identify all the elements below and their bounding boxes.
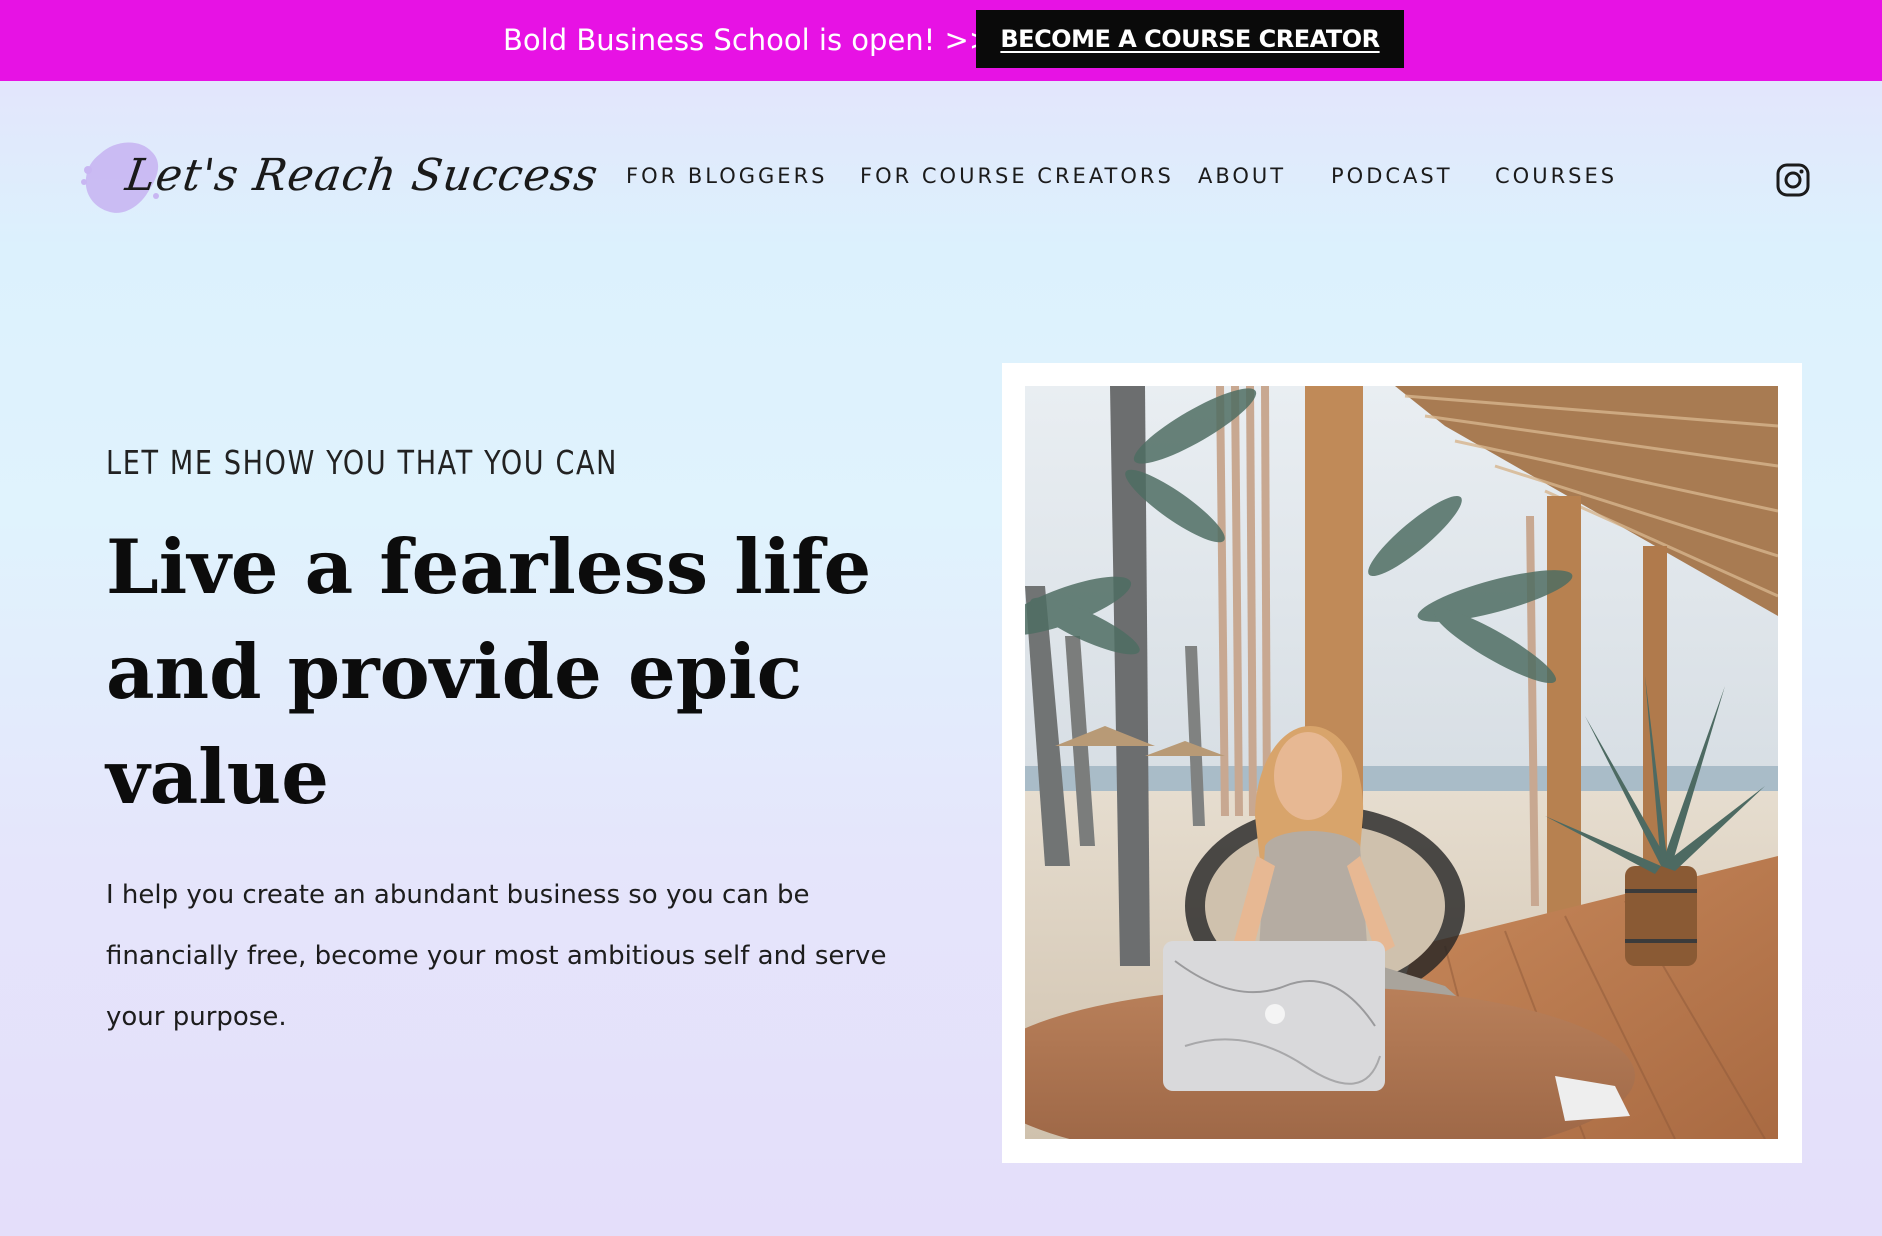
hero-photo-frame	[1002, 363, 1802, 1163]
hero-description: I help you create an abundant business s…	[106, 865, 926, 1048]
description-line: your purpose.	[106, 1002, 287, 1032]
announcement-text: Bold Business School is open! >>	[503, 23, 994, 57]
headline-line: and provide epic	[106, 628, 803, 716]
nav-item-for-bloggers[interactable]: FOR BLOGGERS	[626, 161, 828, 191]
logo-text: Let's Reach Success	[122, 150, 602, 201]
hero-headline: Live a fearless life and provide epic va…	[106, 515, 872, 830]
nav-item-podcast[interactable]: PODCAST	[1331, 161, 1453, 191]
announcement-bar: Bold Business School is open! >> BECOME …	[0, 0, 1882, 81]
description-line: financially free, become your most ambit…	[106, 941, 887, 971]
headline-line: value	[106, 733, 329, 821]
site-header: Let's Reach Success FOR BLOGGERS FOR COU…	[0, 81, 1882, 271]
woman-with-laptop-photo	[1025, 386, 1778, 1139]
nav-item-about[interactable]: ABOUT	[1198, 161, 1286, 191]
nav-item-for-course-creators[interactable]: FOR COURSE CREATORS	[860, 161, 1174, 191]
headline-line: Live a fearless life	[106, 523, 872, 611]
instagram-icon[interactable]	[1776, 163, 1810, 197]
hero-kicker: LET ME SHOW YOU THAT YOU CAN	[106, 443, 619, 482]
become-course-creator-button[interactable]: BECOME A COURSE CREATOR	[976, 10, 1404, 68]
site-logo[interactable]: Let's Reach Success	[78, 136, 602, 228]
nav-item-courses[interactable]: COURSES	[1495, 161, 1617, 191]
description-line: I help you create an abundant business s…	[106, 880, 810, 910]
